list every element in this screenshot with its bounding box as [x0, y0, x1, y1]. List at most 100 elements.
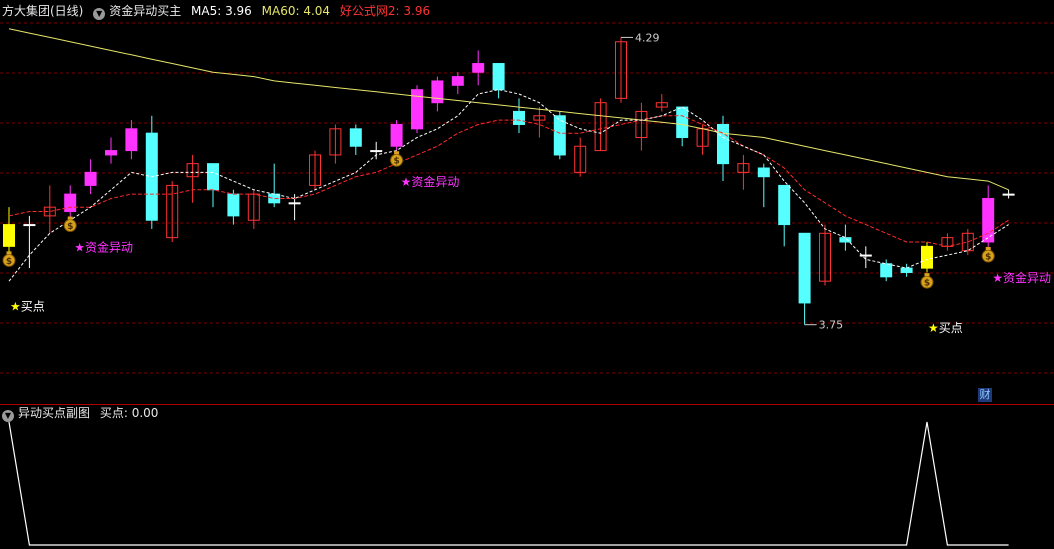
low-price-label: 3.75 [819, 319, 844, 332]
candle[interactable] [186, 154, 199, 203]
candle[interactable] [84, 159, 97, 195]
buy-point-annotation: ★买点 [928, 321, 963, 335]
candle-body [125, 128, 138, 152]
capital-flow-annotation: ★资金异动 [74, 240, 133, 255]
candle[interactable] [717, 115, 729, 182]
star-icon: ★ [401, 175, 412, 189]
candle-body [1002, 193, 1015, 196]
candle[interactable] [574, 137, 587, 177]
annotation-text: 资金异动 [411, 174, 459, 189]
candle[interactable] [431, 76, 444, 112]
candle[interactable] [737, 154, 750, 190]
candle[interactable] [513, 98, 525, 134]
candle[interactable] [492, 63, 505, 99]
candle-body [370, 150, 383, 153]
candle[interactable] [921, 242, 933, 273]
candle-body [472, 63, 485, 73]
candle[interactable] [778, 184, 791, 247]
candle-body [778, 184, 791, 226]
svg-text:$: $ [924, 279, 930, 289]
candle[interactable] [329, 124, 342, 164]
candle-body [105, 150, 117, 156]
candle-body [900, 267, 913, 273]
candle[interactable] [798, 232, 811, 325]
candle[interactable] [451, 72, 464, 94]
candle[interactable] [247, 189, 260, 229]
sub-indicator-chart[interactable] [0, 408, 1054, 548]
candle[interactable] [553, 111, 566, 160]
candle[interactable] [309, 150, 321, 190]
star-icon: ★ [74, 241, 85, 255]
ma60-line [8, 28, 1009, 191]
candle-body [207, 163, 219, 191]
money-bag-icon: $ [390, 151, 404, 167]
svg-text:$: $ [6, 257, 12, 267]
candle[interactable] [105, 137, 117, 164]
candle[interactable] [166, 181, 179, 242]
candle-body [288, 202, 301, 205]
candle[interactable] [390, 120, 403, 151]
candle-body [717, 123, 729, 165]
candle-body [880, 263, 893, 278]
candle[interactable] [125, 120, 138, 160]
candle[interactable] [594, 98, 607, 152]
candle[interactable] [370, 141, 383, 160]
candle[interactable] [615, 37, 627, 103]
annotation-text: 买点 [939, 321, 963, 335]
finance-badge[interactable]: 财 [978, 388, 992, 402]
candle[interactable] [411, 85, 423, 134]
candle-body [84, 171, 97, 186]
candle[interactable] [533, 107, 546, 138]
candle[interactable] [757, 163, 770, 208]
candle-body [451, 76, 464, 86]
candle[interactable] [1002, 189, 1015, 199]
candle[interactable] [635, 102, 648, 151]
candle[interactable] [676, 106, 689, 147]
candle[interactable] [982, 185, 995, 251]
candle-body [676, 106, 689, 139]
annotation-text: 资金异动 [1003, 270, 1051, 285]
high-price-label: 4.29 [635, 31, 660, 44]
buy-point-series-line [8, 421, 1009, 546]
candle[interactable] [839, 224, 852, 251]
buy-point-annotation: ★买点 [10, 299, 45, 313]
ma-red-line [8, 115, 1009, 247]
annotation-text: 资金异动 [85, 240, 133, 255]
candle[interactable] [900, 263, 913, 277]
annotation-text: 买点 [21, 299, 45, 313]
candle[interactable] [655, 94, 668, 112]
capital-flow-annotation: ★资金异动 [992, 270, 1051, 285]
candle-body [3, 224, 15, 247]
star-icon: ★ [10, 299, 21, 313]
candle-body [23, 224, 36, 227]
candle[interactable] [227, 189, 240, 225]
candle[interactable] [941, 233, 954, 251]
candle-body [431, 80, 444, 104]
candle[interactable] [472, 50, 485, 86]
candle-body [798, 232, 811, 304]
candle-body [390, 123, 403, 147]
candle[interactable] [43, 185, 56, 234]
money-bag-icon: $ [920, 273, 934, 289]
candle-body [553, 115, 566, 156]
money-bag-icon: $ [63, 216, 77, 233]
candle[interactable] [145, 115, 158, 229]
candle[interactable] [349, 124, 362, 155]
candle[interactable] [64, 185, 77, 221]
candle-body [492, 63, 505, 91]
candle[interactable] [268, 163, 281, 208]
main-price-chart[interactable]: 4.293.75$$$$$★买点★资金异动★资金异动★买点★资金异动 [0, 0, 1054, 400]
capital-flow-annotation: ★资金异动 [401, 174, 460, 189]
candle[interactable] [859, 246, 872, 269]
candle[interactable] [819, 224, 831, 286]
svg-text:$: $ [985, 253, 991, 263]
candle-body [839, 237, 852, 243]
candle-body [64, 193, 77, 213]
svg-text:$: $ [393, 157, 399, 167]
candle[interactable] [207, 163, 219, 208]
ma5-line [8, 89, 1009, 282]
money-bag-icon: $ [2, 251, 16, 267]
stock-chart-window: 方大集团(日线) ▼ 资金异动买主 MA5: 3.96 MA60: 4.04 好公… [0, 0, 1054, 549]
star-icon: ★ [928, 321, 939, 335]
candle-body [757, 167, 770, 178]
